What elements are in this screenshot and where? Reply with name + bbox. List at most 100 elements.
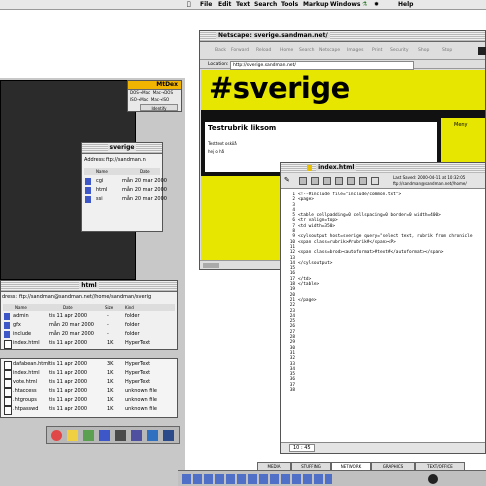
list-item[interactable]: dafabean.html tis 11 apr 2000 3K HyperText <box>3 360 175 370</box>
shop-button[interactable]: Shop <box>418 42 429 60</box>
dock-icon-8[interactable] <box>163 430 174 441</box>
file-kind: folder <box>125 322 140 328</box>
back-button[interactable]: Back <box>215 42 226 60</box>
menu-search[interactable]: Search <box>254 1 277 9</box>
folder-icon <box>85 178 91 185</box>
dock-icon-6[interactable] <box>131 430 142 441</box>
mtdex-row-1[interactable]: DOS→Mac Mac→DOS <box>130 90 173 95</box>
security-button[interactable]: Security <box>390 42 408 60</box>
list-item[interactable]: .htgroups tis 11 apr 2000 1K unknown file <box>3 396 175 406</box>
side-link-meny[interactable]: Meny <box>454 122 468 128</box>
tab-network[interactable]: NETWORK <box>331 462 371 470</box>
col-size[interactable]: Size <box>105 304 113 311</box>
tab-graphics[interactable]: GRAPHICS <box>371 462 415 470</box>
dock-icon-4[interactable] <box>99 430 110 441</box>
saved-label: Last Saved: 2000-04-11 at 10:32:05 <box>393 175 466 180</box>
dock-icon-7[interactable] <box>147 430 158 441</box>
home-button[interactable]: Home <box>280 42 293 60</box>
list-item[interactable]: gfx mån 20 mar 2000 - folder <box>3 321 175 330</box>
forward-button[interactable]: Forward <box>231 42 249 60</box>
col-name[interactable]: Name <box>15 304 27 311</box>
html-address-label: dress: <box>2 294 18 300</box>
info-button[interactable] <box>371 177 379 185</box>
file-date: mån 20 mar 2000 <box>122 187 167 193</box>
dock-icon-1[interactable] <box>51 430 62 441</box>
line-number-gutter: 1 2 3 4 5 6 7 8 9 10 11 12 13 14 15 16 17 18 19 20 21 22 23 24 2… <box>281 192 295 440</box>
pencil-icon[interactable]: ✎ <box>284 176 290 184</box>
file-kind: HyperText <box>125 340 151 346</box>
list-item[interactable]: html mån 20 mar 2000 <box>84 186 167 195</box>
toolbar-button-2[interactable] <box>311 177 319 185</box>
script-menu-icon[interactable]: ⚗ <box>362 1 367 9</box>
file-date: tis 11 apr 2000 <box>49 370 88 376</box>
location-bar: Location: http://sverige.sandman.net/ <box>200 60 485 70</box>
editor-title: index.html <box>316 164 357 171</box>
sverige-title: sverige <box>107 144 137 151</box>
location-input[interactable]: http://sverige.sandman.net/ <box>230 61 414 70</box>
list-item[interactable]: vote.html tis 11 apr 2000 1K HyperText <box>3 378 175 388</box>
html-column-header: Name Date Size Kind <box>3 304 175 311</box>
mtdex-row-2[interactable]: ISO→Mac Mac→ISO <box>130 97 169 102</box>
file-date: mån 20 mar 2000 <box>122 196 167 202</box>
dock-icon-2[interactable] <box>67 430 78 441</box>
editor-doc-icon <box>307 164 312 171</box>
list-item[interactable]: admin tis 11 apr 2000 - folder <box>3 312 175 321</box>
launcher-icon-row[interactable] <box>182 474 332 484</box>
toolbar-button-6[interactable] <box>359 177 367 185</box>
list-item[interactable]: cgi mån 20 mar 2000 <box>84 177 167 186</box>
file-date: tis 11 apr 2000 <box>49 361 88 367</box>
list-item[interactable]: .htpasswd tis 11 apr 2000 1K unknown file <box>3 405 175 415</box>
list-item[interactable]: .htaccess tis 11 apr 2000 1K unknown file <box>3 387 175 397</box>
folder-icon <box>4 331 10 338</box>
list-item[interactable]: index.html tis 11 apr 2000 1K HyperText <box>3 369 175 379</box>
print-button[interactable]: Print <box>372 42 382 60</box>
dock-icon-3[interactable] <box>83 430 94 441</box>
menu-tools[interactable]: Tools <box>281 1 298 9</box>
search-button[interactable]: Search <box>299 42 314 60</box>
menu-markup[interactable]: Markup <box>303 1 329 9</box>
toolbar-button-3[interactable] <box>323 177 331 185</box>
list-item[interactable]: ssi mån 20 mar 2000 <box>84 195 167 204</box>
sverige-titlebar[interactable]: sverige <box>82 143 162 154</box>
dock-icon-5[interactable] <box>115 430 126 441</box>
browser-toolbar: Back Forward Reload Home Search Netscape… <box>200 42 486 60</box>
html-titlebar[interactable]: html <box>1 281 177 292</box>
images-button[interactable]: Images <box>347 42 363 60</box>
file-kind: folder <box>125 313 140 319</box>
file-size: - <box>107 322 109 328</box>
col-date[interactable]: Date <box>140 168 150 175</box>
col-date[interactable]: Date <box>63 304 73 311</box>
col-name[interactable]: Name <box>96 168 108 175</box>
list-item[interactable]: include mån 20 mar 2000 - folder <box>3 330 175 339</box>
file-size: 3K <box>107 361 114 367</box>
col-kind[interactable]: Kind <box>125 304 134 311</box>
spiral-menu-icon[interactable]: ✹ <box>374 1 379 9</box>
menu-text[interactable]: Text <box>236 1 250 9</box>
sverige-address-value[interactable]: ftp://sandman.n <box>106 157 146 163</box>
toolbar-button-1[interactable] <box>299 177 307 185</box>
netscape-button[interactable]: Netscape <box>319 42 340 60</box>
toolbar-button-4[interactable] <box>335 177 343 185</box>
menu-help[interactable]: Help <box>398 1 413 9</box>
code-area[interactable]: <!--#include file="include/common.txt"> <… <box>298 192 484 440</box>
html-address-value[interactable]: ftp://sandman@sandman.net//home/sandman/… <box>19 294 151 300</box>
folder-icon <box>85 187 91 194</box>
tab-stuffing[interactable]: STUFFING <box>291 462 331 470</box>
mtdex-identify-button[interactable]: Identify <box>140 104 178 111</box>
editor-window: index.html ✎ Last Saved: 2000-04-11 at 1… <box>280 162 486 454</box>
toolbar-button-5[interactable] <box>347 177 355 185</box>
browser-titlebar[interactable]: Netscape: sverige.sandman.net/ <box>200 31 485 42</box>
tab-media[interactable]: MEDIA <box>257 462 291 470</box>
list-item[interactable]: index.html tis 11 apr 2000 1K HyperText <box>3 339 175 349</box>
mtdex-titlebar[interactable]: MtDex <box>128 81 181 90</box>
menu-file[interactable]: File <box>200 1 212 9</box>
file-kind: HyperText <box>125 379 151 385</box>
stop-button[interactable]: Stop <box>442 42 452 60</box>
launcher-extra-icon[interactable] <box>428 474 438 484</box>
tab-text-office[interactable]: TEXT/OFFICE <box>415 462 465 470</box>
reload-button[interactable]: Reload <box>256 42 271 60</box>
menu-windows[interactable]: Windows <box>330 1 360 9</box>
black-band <box>201 110 485 118</box>
apple-menu-icon[interactable]:  <box>187 1 191 9</box>
menu-edit[interactable]: Edit <box>218 1 231 9</box>
